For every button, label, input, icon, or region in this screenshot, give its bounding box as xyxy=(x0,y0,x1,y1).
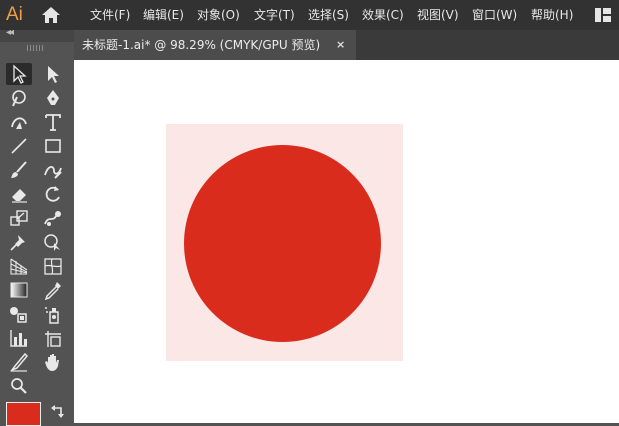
menu-edit[interactable]: 编辑(E) xyxy=(143,0,184,30)
document-tab-title: 未标题-1.ai* @ 98.29% (CMYK/GPU 预览) xyxy=(82,38,321,52)
document-tab-bar: 未标题-1.ai* @ 98.29% (CMYK/GPU 预览) × xyxy=(74,30,619,60)
menu-bar: Ai 文件(F) 编辑(E) 对象(O) 文字(T) 选择(S) 效果(C) 视… xyxy=(0,0,619,30)
type-tool-icon[interactable] xyxy=(40,111,66,133)
gradient-tool-icon[interactable] xyxy=(6,279,32,301)
workspace-switcher-icon[interactable] xyxy=(595,8,611,22)
shape-builder-tool-icon[interactable] xyxy=(40,231,66,253)
menu-file[interactable]: 文件(F) xyxy=(90,0,130,30)
column-graph-tool-icon[interactable] xyxy=(6,327,32,349)
pen-tool-icon[interactable] xyxy=(40,87,66,109)
panel-grip[interactable] xyxy=(27,45,45,51)
menu-type[interactable]: 文字(T) xyxy=(254,0,295,30)
artboard[interactable] xyxy=(166,124,403,361)
curvature-tool-icon[interactable] xyxy=(6,111,32,133)
rotate-tool-icon[interactable] xyxy=(40,183,66,205)
tools-panel-header: ◂◂ xyxy=(0,27,74,42)
menu-window[interactable]: 窗口(W) xyxy=(472,0,517,30)
blend-tool-icon[interactable] xyxy=(6,303,32,325)
rectangle-tool-icon[interactable] xyxy=(40,135,66,157)
fill-color-swatch[interactable] xyxy=(6,402,41,426)
shaper-tool-icon[interactable] xyxy=(40,159,66,181)
menu-help[interactable]: 帮助(H) xyxy=(531,0,573,30)
mesh-tool-icon[interactable] xyxy=(40,255,66,277)
slice-tool-icon[interactable] xyxy=(6,351,32,373)
direct-selection-tool-icon[interactable] xyxy=(40,63,66,85)
paintbrush-tool-icon[interactable] xyxy=(6,159,32,181)
app-logo: Ai xyxy=(6,4,23,25)
swap-fill-stroke-icon[interactable] xyxy=(48,402,68,422)
collapse-panel-icon[interactable]: ◂◂ xyxy=(6,27,14,38)
red-circle-shape[interactable] xyxy=(184,145,381,342)
symbol-sprayer-tool-icon[interactable] xyxy=(40,303,66,325)
tools-panel: ◂◂ xyxy=(0,27,74,426)
home-icon[interactable] xyxy=(41,6,61,24)
selection-tool-icon[interactable] xyxy=(6,63,32,85)
menu-view[interactable]: 视图(V) xyxy=(417,0,459,30)
tab-close-icon[interactable]: × xyxy=(336,30,345,60)
puppet-warp-tool-icon[interactable] xyxy=(40,207,66,229)
menu-select[interactable]: 选择(S) xyxy=(308,0,349,30)
scale-tool-icon[interactable] xyxy=(6,207,32,229)
menu-effect[interactable]: 效果(C) xyxy=(362,0,404,30)
artboard-tool-icon[interactable] xyxy=(40,327,66,349)
menu-object[interactable]: 对象(O) xyxy=(197,0,240,30)
eraser-tool-icon[interactable] xyxy=(6,183,32,205)
document-canvas[interactable] xyxy=(74,60,619,423)
document-tab[interactable]: 未标题-1.ai* @ 98.29% (CMYK/GPU 预览) × xyxy=(74,30,356,60)
pin-tool-icon[interactable] xyxy=(6,231,32,253)
line-segment-tool-icon[interactable] xyxy=(6,135,32,157)
eyedropper-tool-icon[interactable] xyxy=(40,279,66,301)
hand-tool-icon[interactable] xyxy=(40,351,66,373)
perspective-grid-tool-icon[interactable] xyxy=(6,255,32,277)
magic-wand-tool-icon[interactable] xyxy=(6,87,32,109)
zoom-tool-icon[interactable] xyxy=(6,375,32,397)
